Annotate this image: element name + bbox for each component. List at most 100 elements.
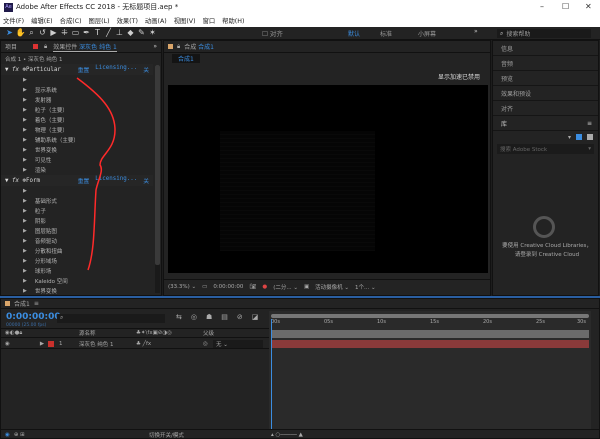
effect-property-group[interactable]: ▶ 物理（主要） [1,125,153,135]
expand-arrow-icon[interactable]: ▶ [23,97,27,103]
expand-arrow-icon[interactable]: ▶ [23,208,27,214]
expand-arrow-icon[interactable]: ▶ [23,147,27,153]
selection-icon[interactable]: ➤ [4,28,15,38]
layer-switches-icon[interactable]: ⊕ ⊞ [14,432,25,438]
zoom-icon[interactable]: ⌕ [26,28,37,38]
zoom-slider[interactable]: ▴ ○───── ▲ [271,432,303,438]
lock-icon[interactable]: 🔒︎ [177,43,180,51]
close-button[interactable]: ✕ [585,2,592,11]
list-view-icon[interactable] [587,134,593,140]
expand-arrow-icon[interactable]: ▶ [23,87,27,93]
pen-icon[interactable]: ✒ [81,28,92,38]
reset-button[interactable]: 重置 [78,176,90,185]
expand-arrow-icon[interactable]: ▶ [23,198,27,204]
menu-item[interactable]: 效果(T) [117,16,138,25]
timeline-graph[interactable]: 00s 05s 10s 15s 20s 25s 30s [269,311,591,429]
collapse-icon[interactable]: ▼ [5,178,9,184]
resolution-dropdown[interactable]: (二分... ⌄ [273,283,298,291]
layer-switches[interactable]: ♣ ╱fx [136,341,151,347]
tab-timeline-comp[interactable]: 合成1 [14,299,30,308]
motion-blur-icon[interactable]: ⊘ [237,313,243,321]
camera-icon[interactable]: ▶ [48,28,59,38]
layer-row[interactable]: ◉ ▶ 1 深灰色 纯色 1 ♣ ╱fx ◎ 无 ⌄ [1,339,269,349]
effect-property-group[interactable]: ▶ [1,75,153,85]
layer-name[interactable]: 深灰色 纯色 1 [79,340,114,348]
comp-duration-bar[interactable] [271,330,589,338]
licensing-link[interactable]: Licensing... [95,65,137,74]
help-search-input[interactable]: ⌕ 搜索帮助 [497,29,591,38]
camera-dropdown[interactable]: 活动摄像机 ⌄ [315,283,349,291]
fx-icon[interactable]: fx [12,178,19,184]
tab-project[interactable]: 项目 [5,42,17,51]
expand-arrow-icon[interactable]: ▶ [23,188,27,194]
panel-4[interactable]: 对齐 [493,101,598,116]
effect-property-group[interactable]: ▶ 可见性 [1,155,153,165]
menu-item[interactable]: 文件(F) [3,16,24,25]
about-link[interactable]: 关 [143,176,149,185]
effect-property-group[interactable]: ▶ 世界变换 [1,286,153,296]
effect-property-group[interactable]: ▶ 粒子（主要） [1,105,153,115]
minimize-button[interactable]: – [540,2,544,11]
effect-property-group[interactable]: ▶ 分形域场 [1,256,153,266]
eraser-icon[interactable]: ◆ [125,28,136,38]
expand-arrow-icon[interactable]: ▶ [23,278,27,284]
menu-item[interactable]: 窗口 [203,16,216,25]
timecode[interactable]: 0:00:00:00 [213,284,243,290]
expand-arrow-icon[interactable]: ▶ [23,288,27,294]
about-link[interactable]: 关 [143,65,149,74]
panel-1[interactable]: 音频 [493,56,598,71]
panel-0[interactable]: 信息 [493,41,598,56]
grid-view-icon[interactable] [576,134,582,140]
expand-arrow-icon[interactable]: ▶ [23,117,27,123]
panel-more-button[interactable]: » [153,43,157,50]
brush-icon[interactable]: ╱ [103,28,114,38]
parent-header[interactable]: 父级 [203,329,214,337]
expand-arrow-icon[interactable]: ▶ [23,137,27,143]
layer-label-color[interactable] [48,340,55,347]
maximize-button[interactable]: ☐ [562,2,569,11]
expand-arrow-icon[interactable]: ▶ [40,341,44,347]
playhead[interactable] [271,319,272,429]
effect-header[interactable]: ▼ fx ⊛ Form 重置 Licensing... 关 [1,175,153,186]
puppet-pin-icon[interactable]: ✶ [147,28,158,38]
workspace-small-screen[interactable]: 小屏幕 [418,29,436,38]
magnification-dropdown[interactable]: (33.3%) ⌄ [168,284,196,290]
expand-arrow-icon[interactable]: ▶ [23,218,27,224]
effect-property-group[interactable]: ▶ Kaleido 空间 [1,276,153,286]
effect-property-group[interactable]: ▶ 球形场 [1,266,153,276]
expand-arrow-icon[interactable]: ▶ [23,157,27,163]
panel-3[interactable]: 效果和预设 [493,86,598,101]
workspace-default[interactable]: 默认 [348,29,360,38]
menu-item[interactable]: 动画(A) [145,16,167,25]
fx-icon[interactable]: fx [12,67,19,73]
tab-composition[interactable]: 合成 合成1 [184,42,214,51]
grid-icon[interactable]: ▭ [202,284,207,290]
eye-icon[interactable]: ◉ [5,341,10,347]
viewer[interactable] [168,85,488,273]
panel-2[interactable]: 预览 [493,71,598,86]
region-icon[interactable]: ▣ [304,284,309,290]
effect-header[interactable]: ▼ fx ⊛ Particular 重置 Licensing... 关 [1,64,153,75]
effect-property-group[interactable]: ▶ 图层贴图 [1,226,153,236]
effect-property-group[interactable]: ▶ 渲染 [1,165,153,175]
licensing-link[interactable]: Licensing... [95,176,137,185]
expand-arrow-icon[interactable]: ▶ [23,228,27,234]
effect-property-group[interactable]: ▶ 辅助系统（主要） [1,135,153,145]
parent-pick-whip-icon[interactable]: ◎ [203,341,208,347]
toggle-switches-modes[interactable]: 切换开关/模式 [149,431,184,439]
menu-item[interactable]: 合成(C) [60,16,82,25]
graph-editor-icon[interactable]: ◪ [252,313,259,321]
pan-behind-icon[interactable]: ⁜ [59,28,70,38]
effect-property-group[interactable]: ▶ 阴影 [1,216,153,226]
rotate-icon[interactable]: ↺ [37,28,48,38]
align-checkbox[interactable]: ☐ 对齐 [262,28,283,38]
effect-property-group[interactable]: ▶ 基础形式 [1,196,153,206]
effect-property-group[interactable]: ▶ 分散和扭曲 [1,246,153,256]
shy-icon[interactable]: ☗ [206,313,212,321]
lock-icon[interactable]: 🔒︎ [44,43,47,51]
draft-3d-icon[interactable]: ◎ [191,313,197,321]
roto-brush-icon[interactable]: ✎ [136,28,147,38]
scrollbar[interactable] [155,65,160,293]
frame-blend-icon[interactable]: ▤ [221,313,228,321]
effect-property-group[interactable]: ▶ 着色（主要） [1,115,153,125]
